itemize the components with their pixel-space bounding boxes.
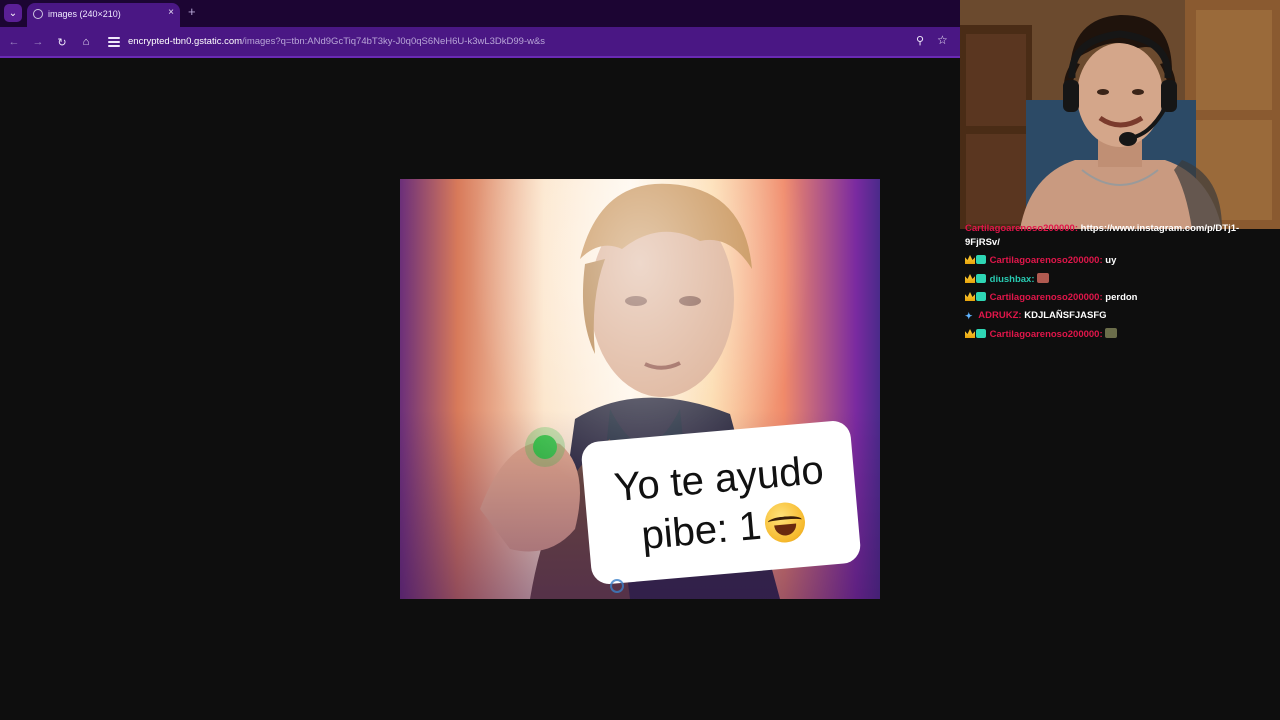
home-icon[interactable]: ⌂ (78, 34, 94, 50)
chat-text: perdon (1105, 292, 1138, 303)
green-emote-icon (1105, 328, 1118, 338)
crown-badge-icon (965, 329, 975, 338)
meme-caption: Yo te ayudo pibe: 1 (580, 419, 862, 586)
chat-username: Cartilagoarenoso200000: (989, 255, 1103, 266)
chat-username: ADRUKZ: (978, 310, 1022, 321)
sub-badge-icon (976, 329, 986, 338)
chat-username: Cartilagoarenoso200000: (989, 329, 1103, 340)
url-host: encrypted-tbn0.gstatic.com (128, 36, 243, 47)
laughing-emoji-icon (763, 500, 807, 544)
chat-text: https://www.instagram.com/p/DTj1- (1080, 223, 1240, 234)
tab-images[interactable]: images (240×210) × (27, 3, 180, 27)
url-path: /images?q=tbn:ANd9GcTiq74bT3ky-J0q0qS6Ne… (242, 36, 546, 47)
tab-close-icon[interactable]: × (168, 7, 174, 18)
tab-strip: ⌄ images (240×210) × + (0, 0, 960, 27)
address-bar[interactable]: encrypted-tbn0.gstatic.com/images?q=tbn:… (128, 36, 545, 47)
forward-icon[interactable]: → (30, 34, 46, 50)
favicon-icon (33, 9, 43, 19)
sword-badge-icon: ✦ (965, 311, 973, 321)
zoom-icon[interactable]: ⚲ (916, 34, 924, 47)
chat-message: Cartilagoarenoso200000: perdon (965, 292, 1137, 304)
browser-toolbar: ← → ↻ ⌂ encrypted-tbn0.gstatic.com/image… (0, 27, 960, 58)
chat-text: uy (1105, 255, 1117, 266)
chat-message: Cartilagoarenoso200000: https://www.inst… (965, 223, 1239, 235)
crown-badge-icon (965, 255, 975, 264)
webcam-feed (960, 0, 1280, 229)
chat-message: ✦ ADRUKZ: KDJLAÑSFJASFG (965, 310, 1107, 322)
sub-badge-icon (976, 255, 986, 264)
crown-badge-icon (965, 274, 975, 283)
sub-badge-icon (976, 274, 986, 283)
watermark-logo (610, 579, 624, 593)
chat-username: Cartilagoarenoso200000: (989, 292, 1103, 303)
chat-text: KDJLAÑSFJASFG (1024, 310, 1107, 321)
chat-username: diushbax: (989, 274, 1035, 285)
stream-chat: Cartilagoarenoso200000: https://www.inst… (960, 223, 1280, 720)
red-emote-icon (1037, 273, 1050, 283)
page-viewport: Yo te ayudo pibe: 1 (0, 58, 960, 720)
crown-badge-icon (965, 292, 975, 301)
meme-image: Yo te ayudo pibe: 1 (400, 179, 880, 599)
tab-menu-icon[interactable]: ⌄ (4, 4, 22, 22)
browser-window: ⌄ images (240×210) × + ← → ↻ ⌂ encrypted… (0, 0, 960, 720)
chat-message: diushbax: (965, 273, 1050, 286)
reload-icon[interactable]: ↻ (54, 34, 70, 50)
chat-message: Cartilagoarenoso200000: uy (965, 255, 1116, 267)
new-tab-button[interactable]: + (188, 5, 196, 19)
chat-username: Cartilagoarenoso200000: (965, 223, 1078, 234)
caption-line-2-text: pibe: 1 (639, 503, 764, 558)
sub-badge-icon (976, 292, 986, 301)
star-icon[interactable]: ☆ (937, 33, 948, 47)
site-info-icon[interactable] (108, 35, 120, 49)
tab-title: images (240×210) (48, 9, 121, 19)
back-icon[interactable]: ← (6, 34, 22, 50)
webcam-scene (960, 0, 1280, 229)
chat-text: 9FjRSv/ (965, 237, 1000, 248)
chat-message: 9FjRSv/ (965, 237, 1000, 249)
chat-message: Cartilagoarenoso200000: (965, 328, 1118, 341)
